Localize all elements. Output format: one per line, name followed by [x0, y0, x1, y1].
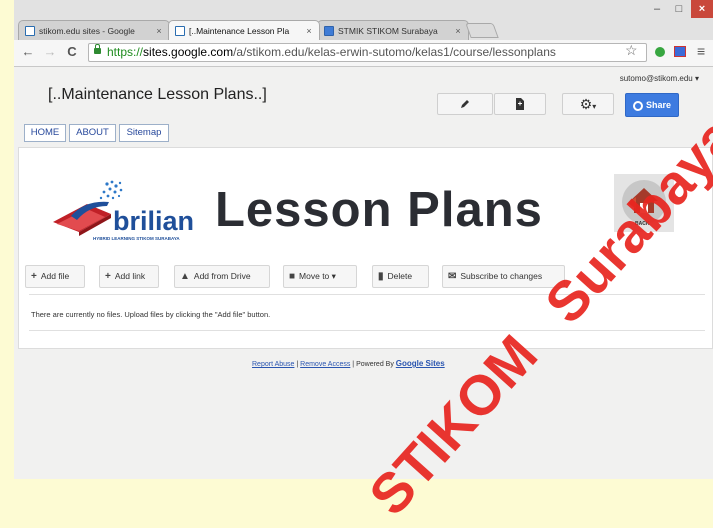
edit-page-button[interactable]: [437, 93, 493, 115]
divider: [29, 330, 705, 331]
url-scheme: https://: [107, 45, 144, 59]
nav-tab-home[interactable]: HOME: [24, 124, 66, 142]
tab-title: [..Maintenance Lesson Pla: [189, 25, 290, 36]
footer-separator: |: [296, 361, 299, 368]
browser-titlebar: stikom.edu sites - Google × [..Maintenan…: [14, 0, 713, 40]
add-from-drive-label: Add from Drive: [193, 271, 251, 281]
calendar-icon: [324, 25, 334, 36]
google-sites-icon: [25, 25, 35, 36]
subscribe-button[interactable]: ✉ Subscribe to changes: [442, 265, 565, 288]
folder-icon: ■: [289, 271, 296, 282]
site-title: [..Maintenance Lesson Plans..]: [48, 86, 267, 103]
move-to-button[interactable]: ■ Move to ▾: [283, 265, 357, 288]
pencil-icon: [461, 100, 469, 109]
share-icon: [632, 100, 643, 111]
more-actions-button[interactable]: ⚙▾: [562, 93, 614, 115]
home-back-icon: [628, 188, 658, 213]
new-page-icon: [516, 98, 524, 111]
divider: [29, 294, 705, 295]
tab-close-icon[interactable]: ×: [303, 26, 315, 36]
new-page-button[interactable]: [494, 93, 546, 115]
chrome-menu-icon[interactable]: ≡: [697, 43, 705, 59]
delete-button[interactable]: ▮ Delete: [372, 265, 429, 288]
minimize-button[interactable]: –: [647, 0, 667, 18]
address-bar[interactable]: https://sites.google.com/a/stikom.edu/ke…: [88, 43, 647, 62]
powered-by-text: Powered By: [356, 361, 394, 368]
nav-tab-about[interactable]: ABOUT: [69, 124, 116, 142]
site-footer: Report Abuse | Remove Access | Powered B…: [252, 359, 445, 368]
chevron-down-icon: ▾: [331, 271, 336, 281]
brilian-logo: brilian HYBRID LEARNING STIKOM SURABAYA: [49, 176, 209, 246]
share-button[interactable]: Share: [625, 93, 679, 117]
tab-title: stikom.edu sites - Google: [39, 25, 135, 36]
file-cabinet-page: brilian HYBRID LEARNING STIKOM SURABAYA …: [18, 147, 713, 349]
google-sites-link[interactable]: Google Sites: [396, 359, 445, 368]
plus-icon: +: [31, 271, 37, 282]
trash-icon: ▮: [378, 271, 384, 282]
brilian-logo-text: brilian: [113, 206, 195, 236]
empty-files-message: There are currently no files. Upload fil…: [31, 310, 271, 319]
add-from-drive-button[interactable]: ▲ Add from Drive: [174, 265, 270, 288]
forward-arrow-icon[interactable]: →: [42, 44, 58, 59]
nav-tab-sitemap[interactable]: Sitemap: [119, 124, 169, 142]
bookmark-star-icon[interactable]: ☆: [625, 42, 638, 59]
tab-close-icon[interactable]: ×: [153, 26, 165, 36]
maximize-button[interactable]: □: [669, 0, 689, 18]
back-arrow-icon[interactable]: ←: [20, 44, 36, 59]
gear-icon: ⚙: [579, 96, 593, 112]
add-file-label: Add file: [40, 271, 70, 281]
brilian-logo-tagline: HYBRID LEARNING STIKOM SURABAYA: [93, 236, 180, 241]
browser-tab-stmik-stikom[interactable]: STMIK STIKOM Surabaya ×: [317, 20, 469, 40]
browser-tab-stikom-sites[interactable]: stikom.edu sites - Google ×: [18, 20, 170, 40]
delete-label: Delete: [387, 271, 413, 281]
browser-tab-lesson-plans[interactable]: [..Maintenance Lesson Pla ×: [168, 20, 320, 40]
page-content: sutomo@stikom.edu ▾ [..Maintenance Lesso…: [14, 67, 713, 479]
move-to-label: Move to: [299, 271, 330, 281]
back-button[interactable]: BACK: [614, 174, 674, 232]
report-abuse-link[interactable]: Report Abuse: [252, 361, 294, 368]
tab-close-icon[interactable]: ×: [452, 26, 464, 36]
url-path: /a/stikom.edu/kelas-erwin-sutomo/kelas1/…: [233, 45, 556, 59]
plus-icon: +: [105, 271, 111, 282]
browser-window: stikom.edu sites - Google × [..Maintenan…: [14, 0, 713, 479]
add-file-button[interactable]: + Add file: [25, 265, 85, 288]
close-window-button[interactable]: ×: [691, 0, 713, 18]
footer-separator: |: [352, 361, 355, 368]
account-email[interactable]: sutomo@stikom.edu ▾: [620, 74, 699, 83]
back-label: BACK: [635, 221, 650, 227]
reload-icon[interactable]: C: [64, 44, 80, 59]
chevron-down-icon: ▾: [592, 102, 597, 111]
lock-icon: [94, 44, 101, 54]
tab-title: STMIK STIKOM Surabaya: [338, 25, 438, 36]
browser-toolbar: ← → C https://sites.google.com/a/stikom.…: [14, 40, 713, 67]
share-label: Share: [645, 100, 671, 110]
google-sites-icon: [175, 25, 185, 36]
new-tab-button[interactable]: [465, 23, 499, 38]
url-host: sites.google.com: [143, 45, 234, 59]
drive-icon: ▲: [180, 271, 190, 282]
mail-icon: ✉: [448, 271, 457, 282]
banner-heading: Lesson Plans: [215, 183, 543, 237]
subscribe-label: Subscribe to changes: [460, 271, 543, 281]
extension-green-icon[interactable]: [655, 47, 665, 57]
remove-access-link[interactable]: Remove Access: [300, 361, 350, 368]
add-link-button[interactable]: + Add link: [99, 265, 159, 288]
add-link-label: Add link: [114, 271, 146, 281]
extension-blue-icon[interactable]: [674, 46, 686, 57]
